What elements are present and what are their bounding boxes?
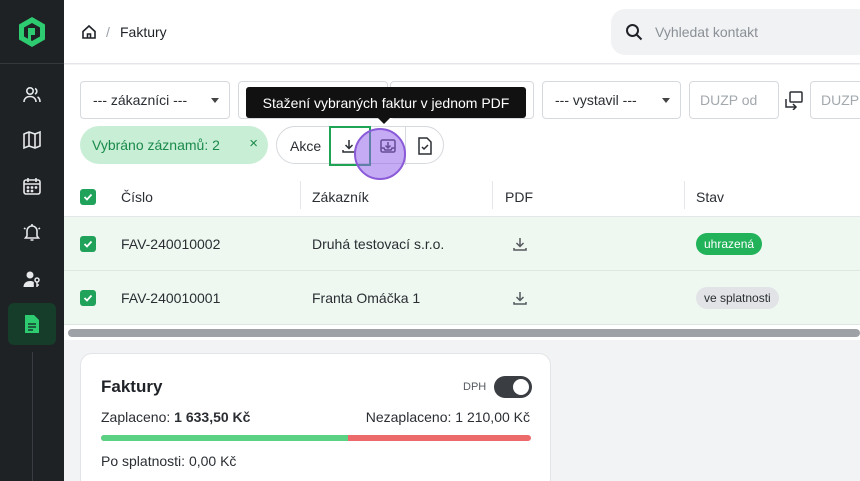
check-icon <box>83 193 93 201</box>
nav-notifications[interactable] <box>8 211 56 253</box>
document-check-icon <box>417 137 432 155</box>
summary-title: Faktury <box>101 377 163 396</box>
top-header: / Faktury <box>64 0 860 64</box>
selected-records-label: Vybráno záznamů: 2 <box>92 137 220 153</box>
bell-icon <box>23 224 41 241</box>
row-checkbox[interactable] <box>80 290 96 306</box>
users-icon <box>23 86 41 103</box>
customers-filter-value: --- zákazníci --- <box>93 92 188 108</box>
app-logo[interactable] <box>0 0 64 64</box>
search-icon <box>626 24 643 41</box>
column-customer[interactable]: Zákazník <box>312 189 369 205</box>
actions-label: Akce <box>290 138 322 154</box>
unpaid-value: 1 210,00 Kč <box>455 409 530 425</box>
sidebar <box>0 0 64 481</box>
tooltip: Stažení vybraných faktur v jednom PDF <box>246 87 526 124</box>
swap-icon <box>785 91 803 110</box>
unpaid-amount: Nezaplaceno: 1 210,00 Kč <box>366 409 530 425</box>
vat-label: DPH <box>463 381 487 393</box>
paid-value: 1 633,50 Kč <box>174 409 251 425</box>
close-icon[interactable]: × <box>249 135 258 152</box>
invoice-number[interactable]: FAV-240010002 <box>121 236 220 252</box>
download-icon[interactable] <box>512 236 528 252</box>
table-row[interactable]: FAV-240010001 Franta Omáčka 1 ve splatno… <box>64 271 860 325</box>
sidebar-divider <box>32 352 33 481</box>
map-icon <box>23 130 41 150</box>
chevron-down-icon <box>662 98 670 103</box>
check-icon <box>83 294 93 302</box>
approve-document-button[interactable] <box>405 127 443 165</box>
status-badge: uhrazená <box>696 233 763 255</box>
duzp-from-input[interactable]: DUZP od <box>689 81 779 119</box>
invoice-number[interactable]: FAV-240010001 <box>121 290 220 306</box>
duzp-from-placeholder: DUZP od <box>700 92 758 108</box>
column-divider <box>684 181 685 209</box>
horizontal-scrollbar[interactable] <box>68 329 860 337</box>
calendar-icon <box>23 178 41 195</box>
payment-progress-fill <box>101 435 348 441</box>
toggle-knob <box>513 379 529 395</box>
column-divider <box>492 181 493 209</box>
invoice-customer: Druhá testovací s.r.o. <box>312 236 445 252</box>
selected-records-chip: Vybráno záznamů: 2 × <box>80 126 268 164</box>
table-row[interactable]: FAV-240010002 Druhá testovací s.r.o. uhr… <box>64 217 860 271</box>
overdue-label: Po splatnosti: <box>101 453 186 469</box>
paid-amount: Zaplaceno: 1 633,50 Kč <box>101 409 250 425</box>
nav-calendar[interactable] <box>8 165 56 207</box>
paid-label: Zaplaceno: <box>101 409 171 425</box>
overdue-amount: Po splatnosti: 0,00 Kč <box>101 453 236 469</box>
nav-map[interactable] <box>8 119 56 161</box>
nav-invoices[interactable] <box>8 303 56 345</box>
nav-contacts[interactable] <box>8 74 56 116</box>
overdue-value: 0,00 Kč <box>188 453 237 469</box>
click-indicator <box>354 128 406 180</box>
document-icon <box>25 315 39 333</box>
user-key-icon <box>23 271 40 287</box>
breadcrumb-separator: / <box>106 24 110 40</box>
column-status[interactable]: Stav <box>696 189 724 205</box>
column-number[interactable]: Číslo <box>121 189 153 205</box>
vat-toggle[interactable] <box>494 376 532 398</box>
duzp-to-placeholder: DUZP <box>821 92 860 108</box>
download-icon[interactable] <box>512 290 528 306</box>
row-checkbox[interactable] <box>80 236 96 252</box>
contact-search <box>611 9 860 55</box>
issued-by-filter[interactable]: --- vystavil --- <box>542 81 681 119</box>
breadcrumb-current: Faktury <box>120 24 167 40</box>
duzp-to-input[interactable]: DUZP <box>810 81 860 119</box>
search-input[interactable] <box>655 21 855 43</box>
invoice-summary-card: Faktury DPH Zaplaceno: 1 633,50 Kč Nezap… <box>80 353 551 481</box>
nav-user-settings[interactable] <box>8 258 56 300</box>
logo-icon <box>19 16 45 47</box>
table-header: Číslo Zákazník PDF Stav <box>64 177 860 217</box>
invoice-list-panel: --- zákazníci --- --- vystavil --- DUZP … <box>64 65 860 340</box>
customers-filter[interactable]: --- zákazníci --- <box>80 81 230 119</box>
invoice-customer: Franta Omáčka 1 <box>312 290 421 306</box>
date-range-swap-button[interactable] <box>780 81 808 119</box>
column-divider <box>300 181 301 209</box>
unpaid-label: Nezaplaceno: <box>365 409 452 425</box>
select-all-checkbox[interactable] <box>80 189 96 205</box>
payment-progress-bar <box>101 435 531 441</box>
issued-by-filter-value: --- vystavil --- <box>555 92 637 108</box>
check-icon <box>83 240 93 248</box>
column-pdf[interactable]: PDF <box>505 189 533 205</box>
chevron-down-icon <box>211 98 219 103</box>
home-icon[interactable] <box>81 24 97 40</box>
status-badge: ve splatnosti <box>696 287 779 309</box>
